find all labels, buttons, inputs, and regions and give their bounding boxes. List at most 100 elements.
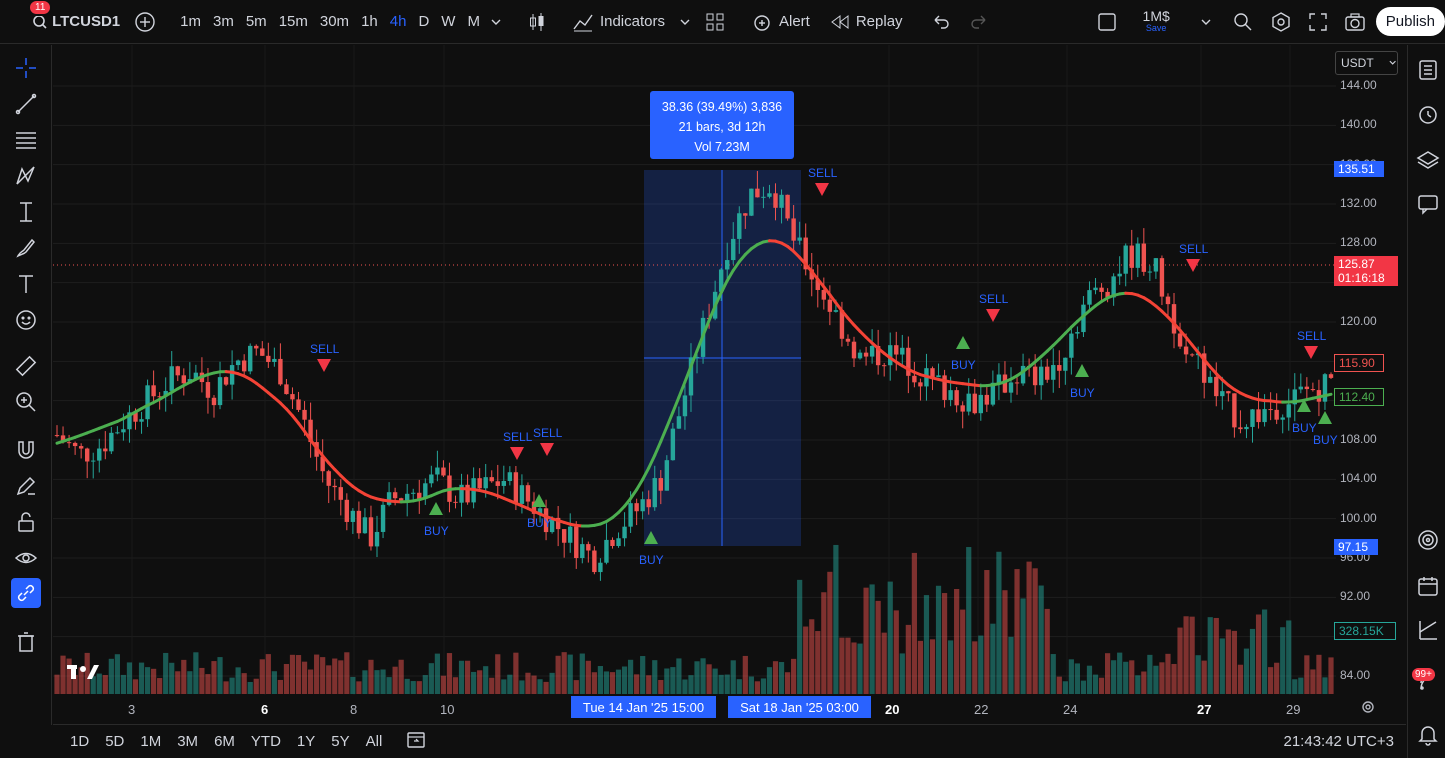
volume-bar <box>881 632 887 694</box>
range-ytd[interactable]: YTD <box>243 733 289 750</box>
remove-drawings-tool[interactable] <box>11 627 41 657</box>
range-6m[interactable]: 6M <box>206 733 243 750</box>
text-tool[interactable] <box>11 269 41 299</box>
redo-button[interactable] <box>969 0 989 44</box>
zoom-tool[interactable] <box>11 387 41 417</box>
range-5d[interactable]: 5D <box>97 733 132 750</box>
timeframe-4h[interactable]: 4h <box>384 13 413 30</box>
object-tree-button[interactable] <box>1415 147 1441 173</box>
hotlists-button[interactable] <box>1415 527 1441 553</box>
time-tick-label: 8 <box>350 702 358 717</box>
fib-tool[interactable] <box>11 125 41 155</box>
compare-button[interactable] <box>134 0 156 44</box>
chart-type-button[interactable] <box>526 0 548 44</box>
pattern-tool[interactable] <box>11 161 41 191</box>
undo-button[interactable] <box>931 0 951 44</box>
volume-bar <box>1261 609 1268 694</box>
volume-bar <box>223 681 229 694</box>
volume-bar <box>151 668 157 694</box>
hide-drawings-tool[interactable] <box>11 543 41 573</box>
publish-button[interactable]: Publish <box>1375 7 1445 36</box>
timeframe-15m[interactable]: 15m <box>273 13 314 30</box>
candle-body <box>1069 333 1074 358</box>
volume-bar <box>1002 590 1008 694</box>
snapshot-button[interactable] <box>1344 0 1366 44</box>
replay-button[interactable]: Replay <box>830 0 903 44</box>
trend-line-tool[interactable] <box>11 89 41 119</box>
range-1y[interactable]: 1Y <box>289 733 323 750</box>
keep-drawing-tool[interactable] <box>11 471 41 501</box>
emoji-tool[interactable] <box>11 305 41 335</box>
notifications-button[interactable] <box>1415 721 1441 747</box>
calendar-button[interactable] <box>1415 573 1441 599</box>
candle-body <box>948 390 953 400</box>
clock-timezone[interactable]: 21:43:42 UTC+3 <box>1284 733 1395 750</box>
timeframe-1h[interactable]: 1h <box>355 13 384 30</box>
watchlist-button[interactable] <box>1415 57 1441 83</box>
range-1d[interactable]: 1D <box>62 733 97 750</box>
timeframe-dropdown[interactable] <box>490 0 502 44</box>
layout-dropdown[interactable] <box>1200 0 1212 44</box>
fullscreen-button[interactable] <box>1308 0 1328 44</box>
alert-button[interactable]: Alert <box>751 0 810 44</box>
candle-body <box>1153 258 1159 272</box>
gear-icon <box>1272 11 1290 32</box>
alerts-panel-button[interactable] <box>1415 101 1441 127</box>
volume-bar <box>84 652 90 694</box>
candle-body <box>72 442 78 447</box>
sell-signal-label: SELL <box>533 426 563 440</box>
candle-body <box>773 193 778 208</box>
range-3m[interactable]: 3M <box>169 733 206 750</box>
quick-search-button[interactable] <box>1232 0 1254 44</box>
timeframe-D[interactable]: D <box>412 13 435 30</box>
indicators-button[interactable]: Indicators <box>572 0 691 44</box>
crosshair-tool[interactable] <box>11 53 41 83</box>
volume-bar <box>1165 653 1171 694</box>
templates-button[interactable] <box>705 0 725 44</box>
lock-drawings-tool[interactable] <box>11 507 41 537</box>
timeframe-M[interactable]: M <box>461 13 486 30</box>
brush-tool[interactable] <box>11 233 41 263</box>
candle-body <box>103 448 108 452</box>
axis-settings-button[interactable] <box>1360 699 1376 720</box>
candle-body <box>1250 409 1255 427</box>
goto-date-button[interactable] <box>406 729 426 754</box>
price-tick-label: 108.00 <box>1340 432 1377 446</box>
timeframe-3m[interactable]: 3m <box>207 13 240 30</box>
sync-drawings-tool[interactable] <box>11 578 41 608</box>
magnet-tool[interactable] <box>11 435 41 465</box>
ideas-button[interactable] <box>1415 617 1441 643</box>
candle-body <box>115 432 120 434</box>
range-5y[interactable]: 5Y <box>323 733 357 750</box>
range-1m[interactable]: 1M <box>132 733 169 750</box>
range-all[interactable]: All <box>358 733 391 750</box>
candle-body <box>1159 258 1165 297</box>
candle-body <box>1087 290 1092 305</box>
timeframe-5m[interactable]: 5m <box>240 13 273 30</box>
volume-bar <box>833 544 839 694</box>
timeframe-W[interactable]: W <box>435 13 461 30</box>
candle-body <box>229 365 235 385</box>
time-tick-label: 10 <box>440 702 455 717</box>
layout-menu[interactable]: 1M$ Save <box>1143 0 1170 44</box>
volume-bar <box>320 657 326 694</box>
volume-bar <box>1159 662 1165 694</box>
fullscreen-checkbox[interactable] <box>1097 0 1117 44</box>
currency-selector[interactable]: USDT <box>1335 51 1398 75</box>
rewind-icon <box>831 14 849 29</box>
candle-body <box>1183 346 1189 355</box>
ruler-tool[interactable] <box>11 351 41 381</box>
timeframe-30m[interactable]: 30m <box>314 13 355 30</box>
chats-button[interactable] <box>1415 191 1441 217</box>
timeframe-1m[interactable]: 1m <box>174 13 207 30</box>
add-circle-icon <box>135 11 155 32</box>
settings-button[interactable] <box>1270 0 1292 44</box>
text-icon <box>19 275 33 293</box>
volume-bar <box>664 668 670 694</box>
expand-icon <box>1309 12 1327 31</box>
volume-bar <box>670 667 676 694</box>
volume-bar <box>960 609 966 694</box>
ma-red-price-tag: 115.90 <box>1334 354 1384 372</box>
candle-body <box>429 474 434 484</box>
projection-tool[interactable] <box>11 197 41 227</box>
